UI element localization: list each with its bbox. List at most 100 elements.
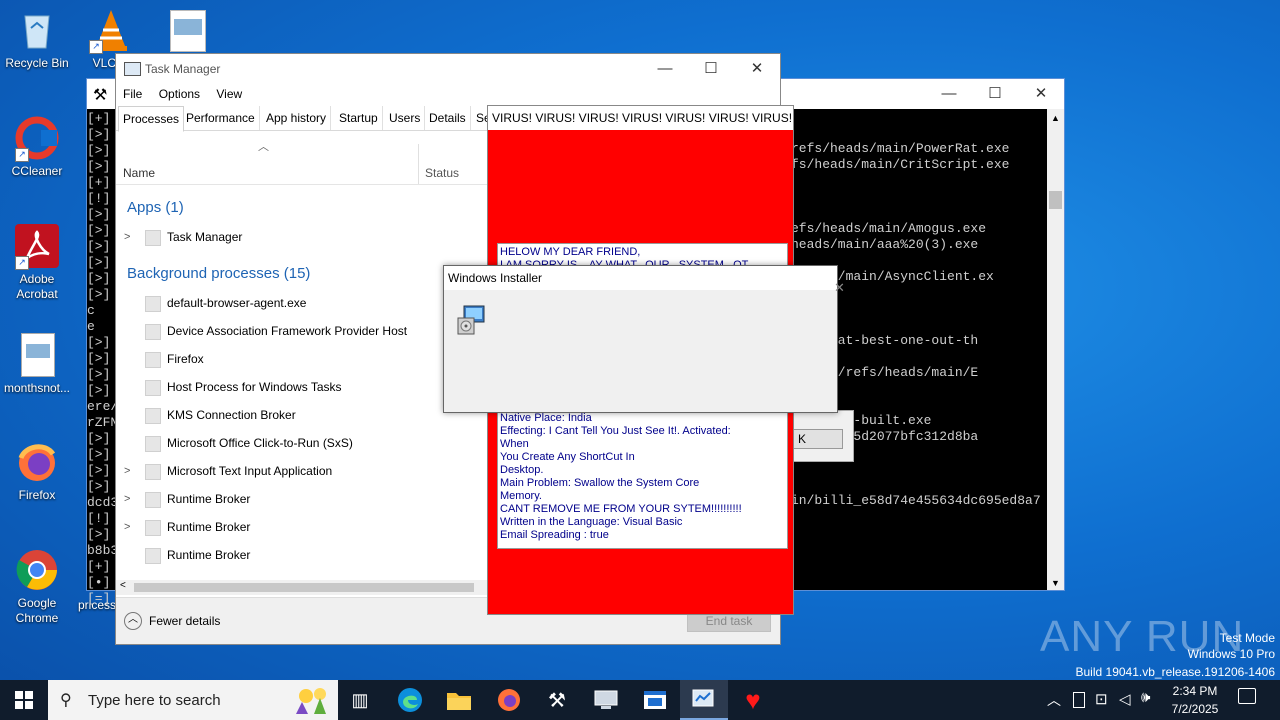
tab-details[interactable]: Details — [425, 106, 471, 130]
process-name: Runtime Broker — [167, 492, 251, 506]
expand-chevron-icon[interactable]: > — [124, 223, 130, 251]
console-left-column: [+] [>] [>] [>] [+] [!] [>] [>] [>] [>] … — [87, 111, 127, 606]
menu-view[interactable]: View — [216, 87, 242, 101]
tray-app-icon[interactable] — [1073, 692, 1085, 708]
tab-users[interactable]: Users — [385, 106, 426, 130]
desktop-icon-adobe-acrobat[interactable]: ↗ Adobe Acrobat — [0, 224, 74, 302]
volume-icon[interactable]: ◁ — [1119, 690, 1131, 708]
desktop-icon-monthsnot[interactable]: monthsnot... — [0, 333, 74, 396]
taskbar: ⚲ Type here to search ▥ ⚒ ♥ ︿ ⊡ ◁ 🕪 2:34… — [0, 680, 1280, 720]
message-line: Memory. — [500, 490, 542, 502]
edge-icon — [398, 688, 422, 712]
message-line: Email Spreading : true — [500, 529, 609, 541]
close-button[interactable]: ✕ — [734, 54, 780, 84]
search-input[interactable]: Type here to search — [88, 692, 221, 709]
clock-date[interactable]: 7/2/2025 — [1170, 702, 1220, 716]
process-icon — [145, 548, 161, 564]
build-label: Build 19041.vb_release.191206-1406 — [1075, 665, 1276, 679]
process-row[interactable]: default-browser-agent.exe — [116, 289, 486, 317]
sort-chevron-icon: ︿ — [258, 141, 269, 153]
network-taskbar-button[interactable] — [582, 680, 630, 720]
app-window-taskbar-button[interactable] — [631, 680, 679, 720]
process-icon — [145, 296, 161, 312]
message-line: CANT REMOVE ME FROM YOUR SYTEM!!!!!!!!!! — [500, 503, 742, 515]
firefox-icon — [498, 689, 520, 711]
expand-chevron-icon[interactable]: > — [124, 457, 130, 485]
process-icon — [145, 520, 161, 536]
shortcut-arrow-icon: ↗ — [15, 148, 29, 162]
process-row[interactable]: Host Process for Windows Tasks — [116, 373, 486, 401]
close-button[interactable]: ✕ — [834, 280, 845, 296]
test-mode-label: Test Mode — [1219, 631, 1275, 645]
edge-button[interactable] — [386, 680, 434, 720]
maximize-button[interactable]: ☐ — [688, 54, 734, 84]
show-hidden-icons-icon[interactable]: ︿ — [1047, 690, 1061, 710]
process-row[interactable]: > Microsoft Text Input Application — [116, 457, 486, 485]
tab-processes[interactable]: Processes — [118, 106, 185, 132]
desktop-icon-label: CCleaner — [11, 164, 63, 178]
chrome-icon — [15, 548, 59, 592]
process-row[interactable]: Device Association Framework Provider Ho… — [116, 317, 486, 345]
start-button[interactable] — [0, 680, 48, 720]
installer-icon — [456, 304, 488, 339]
network-icon[interactable]: ⊡ — [1095, 690, 1108, 708]
search-icon: ⚲ — [60, 692, 72, 709]
task-manager-taskbar-button[interactable] — [680, 680, 728, 720]
process-row[interactable]: KMS Connection Broker — [116, 401, 486, 429]
process-row[interactable]: > Runtime Broker — [116, 513, 486, 541]
notification-icon[interactable] — [1238, 688, 1256, 704]
expand-chevron-icon[interactable]: > — [124, 513, 130, 541]
file-explorer-button[interactable] — [435, 680, 483, 720]
desktop-icon-label: monthsnot... — [3, 381, 71, 395]
process-row[interactable]: Runtime Broker — [116, 541, 486, 569]
column-status[interactable]: Status — [425, 166, 459, 180]
process-row[interactable]: Firefox — [116, 345, 486, 373]
desktop-icon-ccleaner[interactable]: ↗ CCleaner — [0, 116, 74, 179]
console-line: in/billi_e58d74e455634dc695ed8a7 — [791, 493, 1041, 508]
process-icon — [145, 436, 161, 452]
process-name: Task Manager — [167, 230, 243, 244]
shortcut-arrow-icon: ↗ — [89, 40, 103, 54]
desktop-file-icon[interactable] — [170, 10, 206, 52]
process-row[interactable]: Microsoft Office Click-to-Run (SxS) — [116, 429, 486, 457]
desktop-icon-recycle-bin[interactable]: Recycle Bin — [0, 8, 74, 71]
console-line: fs/heads/main/CritScript.exe — [791, 157, 1010, 172]
desktop-icon-firefox[interactable]: Firefox — [0, 440, 74, 503]
background-group-header: Background processes (15) — [127, 265, 311, 282]
console-scrollbar[interactable]: ▲ ▼ — [1047, 109, 1064, 590]
close-button[interactable]: ✕ — [1018, 79, 1064, 109]
desktop-icon-chrome[interactable]: Google Chrome — [0, 548, 74, 626]
maximize-button[interactable]: ☐ — [972, 79, 1018, 109]
expand-chevron-icon[interactable]: > — [124, 485, 130, 513]
minimize-button[interactable]: — — [926, 79, 972, 109]
desktop-icon-label: Adobe Acrobat — [16, 272, 58, 301]
process-icon — [145, 352, 161, 368]
column-name[interactable]: Name — [123, 166, 155, 180]
speaker-icon[interactable]: 🕪 — [1141, 689, 1150, 706]
process-row[interactable]: > Task Manager — [116, 223, 486, 251]
tab-performance[interactable]: Performance — [182, 106, 260, 130]
horizontal-scrollbar[interactable]: < — [116, 580, 488, 595]
clock-time[interactable]: 2:34 PM — [1172, 684, 1218, 698]
console-line: refs/heads/main/PowerRat.exe — [791, 141, 1010, 156]
fewer-details-icon[interactable]: ︿ — [124, 612, 142, 630]
process-row[interactable]: > Runtime Broker — [116, 485, 486, 513]
window-title: Windows Installer — [444, 266, 837, 290]
task-view-button[interactable]: ▥ — [336, 680, 384, 720]
column-divider[interactable] — [418, 144, 419, 184]
hammer-taskbar-button[interactable]: ⚒ — [533, 680, 581, 720]
vlc-cone-icon: ↗ — [89, 8, 133, 54]
firefox-taskbar-button[interactable] — [485, 680, 533, 720]
taskbar-search[interactable]: ⚲ Type here to search — [48, 680, 338, 720]
menu-options[interactable]: Options — [159, 87, 200, 101]
dialog-ok-button[interactable]: K — [793, 429, 843, 449]
tab-startup[interactable]: Startup — [335, 106, 383, 130]
tab-app-history[interactable]: App history — [262, 106, 332, 130]
fewer-details-link[interactable]: Fewer details — [149, 614, 220, 628]
message-line: When — [500, 438, 529, 450]
menu-file[interactable]: File — [123, 87, 142, 101]
heart-taskbar-button[interactable]: ♥ — [729, 680, 777, 720]
menu-bar: File Options View — [116, 84, 780, 104]
task-manager-icon — [145, 230, 161, 246]
minimize-button[interactable]: — — [642, 54, 688, 84]
